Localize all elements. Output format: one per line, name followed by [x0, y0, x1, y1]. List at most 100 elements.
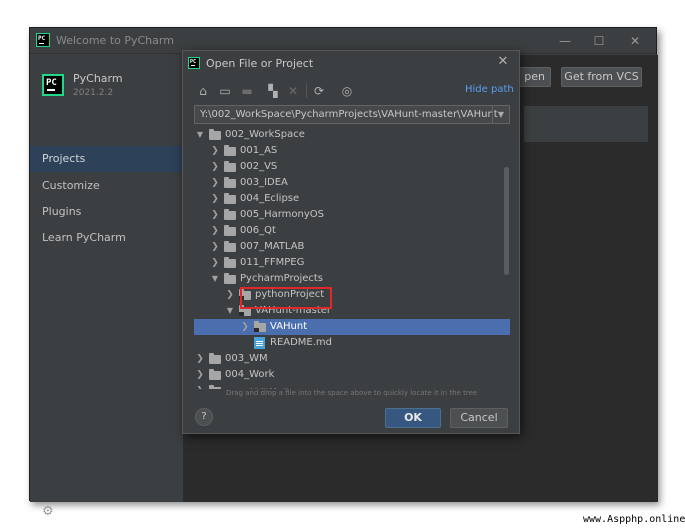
markdown-file-icon — [254, 337, 265, 349]
watermark: www.Aspphp.online — [583, 514, 685, 525]
tree-item-label: 011_FFMPEG — [240, 257, 305, 268]
scrollbar[interactable] — [504, 167, 509, 275]
folder-icon — [209, 353, 221, 364]
pycharm-brand-icon: PC — [42, 74, 64, 96]
chevron-down-icon[interactable]: ▼ — [225, 304, 235, 318]
project-folder-icon — [254, 321, 266, 332]
home-icon[interactable]: ⌂ — [195, 83, 211, 99]
chevron-down-icon[interactable]: ▼ — [195, 128, 205, 142]
tree-item-label: 004_Eclipse — [240, 193, 300, 204]
tree-row[interactable]: ❯ 005_HarmonyOS — [194, 207, 510, 223]
tree-row[interactable]: README.md — [194, 335, 510, 351]
tree-item-label: 004_Work — [225, 369, 275, 380]
tree-row[interactable]: ❯ 003_WM — [194, 351, 510, 367]
dialog-logo-icon: PC — [188, 57, 200, 69]
tree-row[interactable]: ❯ 003_IDEA — [194, 175, 510, 191]
chevron-right-icon — [240, 336, 250, 350]
help-button[interactable]: ? — [195, 408, 213, 426]
dialog-title: Open File or Project — [206, 57, 314, 70]
chevron-right-icon[interactable]: ❯ — [195, 384, 205, 389]
brand-version: 2021.2.2 — [73, 88, 114, 98]
tree-row[interactable]: ❯ 004_Work — [194, 367, 510, 383]
hide-path-link[interactable]: Hide path — [465, 84, 514, 95]
sidebar-item-projects[interactable]: Projects — [30, 146, 183, 172]
tree-row[interactable]: ❯ VAHunt — [194, 319, 510, 335]
close-icon[interactable]: ✕ — [626, 32, 644, 50]
chevron-right-icon[interactable]: ❯ — [210, 256, 220, 270]
dialog-close-icon[interactable]: ✕ — [495, 54, 511, 70]
sidebar: PC PyCharm 2021.2.2 Projects Customize P… — [30, 55, 183, 519]
tree-item-label: README.md — [270, 337, 333, 348]
pycharm-logo-icon: PC — [36, 33, 50, 47]
chevron-right-icon[interactable]: ❯ — [210, 192, 220, 206]
sidebar-item-customize[interactable]: Customize — [30, 173, 183, 199]
project-marker-icon — [254, 328, 259, 332]
chevron-right-icon[interactable]: ❯ — [225, 288, 235, 302]
sidebar-item-learn[interactable]: Learn PyCharm — [30, 225, 183, 251]
chevron-down-icon[interactable]: ▼ — [492, 106, 509, 123]
folder-icon — [224, 257, 236, 268]
tree-row[interactable]: ❯ 007_MATLAB — [194, 239, 510, 255]
folder-icon — [224, 177, 236, 188]
folder-icon — [209, 129, 221, 140]
tree-item-label: 006_Qt — [240, 225, 276, 236]
tree-row[interactable]: ❯ 006_Qt — [194, 223, 510, 239]
cancel-button[interactable]: Cancel — [450, 408, 508, 428]
tree-item-label: 002_WorkSpace — [225, 129, 305, 140]
show-hidden-icon[interactable]: ◎ — [339, 83, 355, 99]
path-text: Y:\002_WorkSpace\PycharmProjects\VAHunt-… — [200, 109, 498, 120]
folder-icon — [224, 193, 236, 204]
chevron-down-icon[interactable]: ▼ — [210, 272, 220, 286]
tree-item-label: 003_IDEA — [240, 177, 288, 188]
toolbar-separator — [306, 84, 307, 98]
drag-drop-hint: Drag and drop a file into the space abov… — [226, 389, 478, 397]
tree-item-label: VAHunt — [270, 321, 308, 332]
file-tree[interactable]: ▼ 002_WorkSpace ❯ 001_AS ❯ 002_VS ❯ 003_IDEA ❯ 00… — [194, 127, 510, 389]
maximize-icon[interactable]: ☐ — [590, 32, 608, 50]
get-from-vcs-button[interactable]: Get from VCS — [561, 67, 642, 87]
desktop-icon[interactable]: ▭ — [217, 83, 233, 99]
chevron-right-icon[interactable]: ❯ — [210, 224, 220, 238]
folder-icon — [224, 209, 236, 220]
folder-icon — [209, 369, 221, 380]
brand-name: PyCharm — [73, 72, 123, 85]
path-input[interactable]: Y:\002_WorkSpace\PycharmProjects\VAHunt-… — [194, 105, 510, 124]
folder-icon — [224, 145, 236, 156]
project-marker-icon — [239, 312, 244, 316]
tree-item-label: 007_MATLAB — [240, 241, 305, 252]
refresh-icon[interactable]: ⟳ — [311, 83, 327, 99]
open-file-dialog: PC Open File or Project ✕ ⌂ ▭ ▬ ▚ ✕ ⟳ ◎ … — [182, 50, 520, 434]
tree-row[interactable]: ❯ 004_Eclipse — [194, 191, 510, 207]
tree-row[interactable]: ▼ PycharmProjects — [194, 271, 510, 287]
folder-icon — [224, 225, 236, 236]
new-folder-icon[interactable]: ▚ — [265, 83, 281, 99]
delete-icon[interactable]: ✕ — [285, 83, 301, 99]
tree-row[interactable]: ▼ 002_WorkSpace — [194, 127, 510, 143]
tree-item-label: 002_VS — [240, 161, 278, 172]
sidebar-item-plugins[interactable]: Plugins — [30, 199, 183, 225]
minimize-icon[interactable]: — — [556, 32, 574, 50]
gear-icon[interactable]: ⚙ — [42, 504, 54, 519]
tree-item-label: PycharmProjects — [240, 273, 324, 284]
tree-row[interactable]: ❯ 002_VS — [194, 159, 510, 175]
ok-button[interactable]: OK — [385, 408, 441, 428]
chevron-right-icon[interactable]: ❯ — [210, 176, 220, 190]
chevron-right-icon[interactable]: ❯ — [210, 240, 220, 254]
tree-item-label: 005_HarmonyOS — [240, 209, 325, 220]
tree-row[interactable]: ❯ 011_FFMPEG — [194, 255, 510, 271]
folder-icon — [224, 273, 236, 284]
tree-row[interactable]: ❯ 001_AS — [194, 143, 510, 159]
tree-item-label: 001_AS — [240, 145, 278, 156]
chevron-right-icon[interactable]: ❯ — [195, 368, 205, 382]
chevron-right-icon[interactable]: ❯ — [210, 160, 220, 174]
chevron-right-icon[interactable]: ❯ — [195, 352, 205, 366]
folder-icon[interactable]: ▬ — [239, 83, 255, 99]
tree-item-label: 003_WM — [225, 353, 268, 364]
project-panel — [524, 106, 648, 142]
folder-icon — [209, 385, 221, 389]
folder-icon — [224, 241, 236, 252]
chevron-right-icon[interactable]: ❯ — [240, 320, 250, 334]
chevron-right-icon[interactable]: ❯ — [210, 144, 220, 158]
folder-icon — [224, 161, 236, 172]
chevron-right-icon[interactable]: ❯ — [210, 208, 220, 222]
